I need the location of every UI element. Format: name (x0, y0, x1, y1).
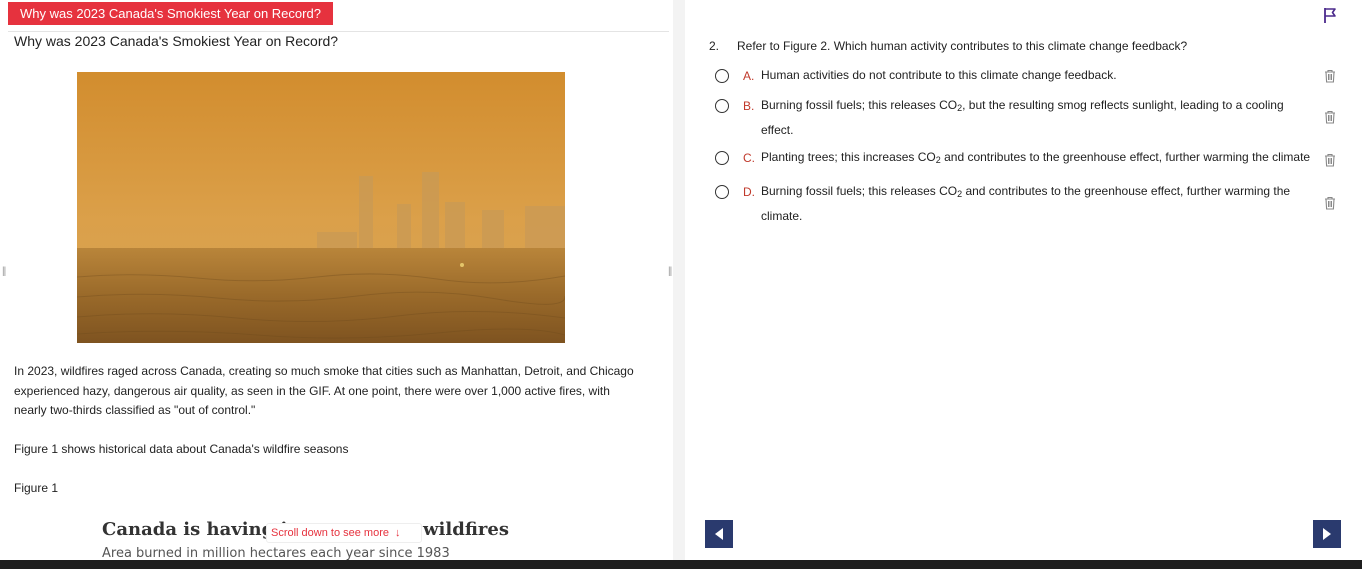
question-panel: 2. Refer to Figure 2. Which human activi… (685, 0, 1362, 560)
question-prompt: Refer to Figure 2. Which human activity … (737, 39, 1188, 53)
choice-text[interactable]: Human activities do not contribute to th… (761, 64, 1316, 86)
passage-panel: Why was 2023 Canada's Smokiest Year on R… (0, 0, 672, 560)
choice-text[interactable]: Planting trees; this increases CO2 and c… (761, 146, 1331, 171)
previous-button[interactable] (705, 520, 733, 548)
resize-handle-icon[interactable]: || (2, 266, 6, 277)
choice-letter: D. (743, 185, 755, 199)
answer-choice-b[interactable]: B. Burning fossil fuels; this releases C… (715, 96, 1345, 140)
figure-label: Figure 1 (14, 481, 59, 495)
title-divider (8, 31, 669, 32)
choice-letter: B. (743, 99, 755, 113)
trash-icon[interactable] (1323, 196, 1337, 210)
bottom-toolbar (0, 560, 1362, 569)
passage-paragraph: In 2023, wildfires raged across Canada, … (14, 364, 634, 417)
passage-title-tab: Why was 2023 Canada's Smokiest Year on R… (8, 2, 333, 25)
resize-handle-icon[interactable]: || (668, 266, 672, 277)
choice-text[interactable]: Burning fossil fuels; this releases CO2,… (761, 94, 1316, 141)
passage-heading: Why was 2023 Canada's Smokiest Year on R… (14, 33, 339, 49)
flag-icon[interactable] (1321, 6, 1339, 24)
arrow-down-icon: ↓ (395, 527, 401, 539)
embedded-chart-subtitle: Area burned in million hectares each yea… (102, 546, 450, 560)
radio-button[interactable] (715, 185, 729, 199)
panel-splitter[interactable] (673, 0, 685, 560)
trash-icon[interactable] (1323, 69, 1337, 83)
scroll-hint[interactable]: Scroll down to see more ↓ (266, 523, 422, 543)
answer-choice-d[interactable]: D. Burning fossil fuels; this releases C… (715, 182, 1345, 226)
next-button[interactable] (1313, 520, 1341, 548)
figure-intro-text: Figure 1 shows historical data about Can… (14, 442, 349, 456)
trash-icon[interactable] (1323, 153, 1337, 167)
choice-letter: A. (743, 69, 755, 83)
scroll-hint-label: Scroll down to see more (271, 527, 389, 539)
triangle-right-icon (1323, 528, 1331, 540)
answer-choice-a[interactable]: A. Human activities do not contribute to… (715, 66, 1345, 88)
radio-button[interactable] (715, 69, 729, 83)
question-number: 2. (709, 39, 720, 53)
choice-letter: C. (743, 151, 755, 165)
triangle-left-icon (715, 528, 723, 540)
answer-choice-c[interactable]: C. Planting trees; this increases CO2 an… (715, 148, 1345, 170)
choice-text[interactable]: Burning fossil fuels; this releases CO2 … (761, 180, 1316, 227)
radio-button[interactable] (715, 99, 729, 113)
smoky-skyline-photo (77, 72, 565, 343)
radio-button[interactable] (715, 151, 729, 165)
trash-icon[interactable] (1323, 110, 1337, 124)
